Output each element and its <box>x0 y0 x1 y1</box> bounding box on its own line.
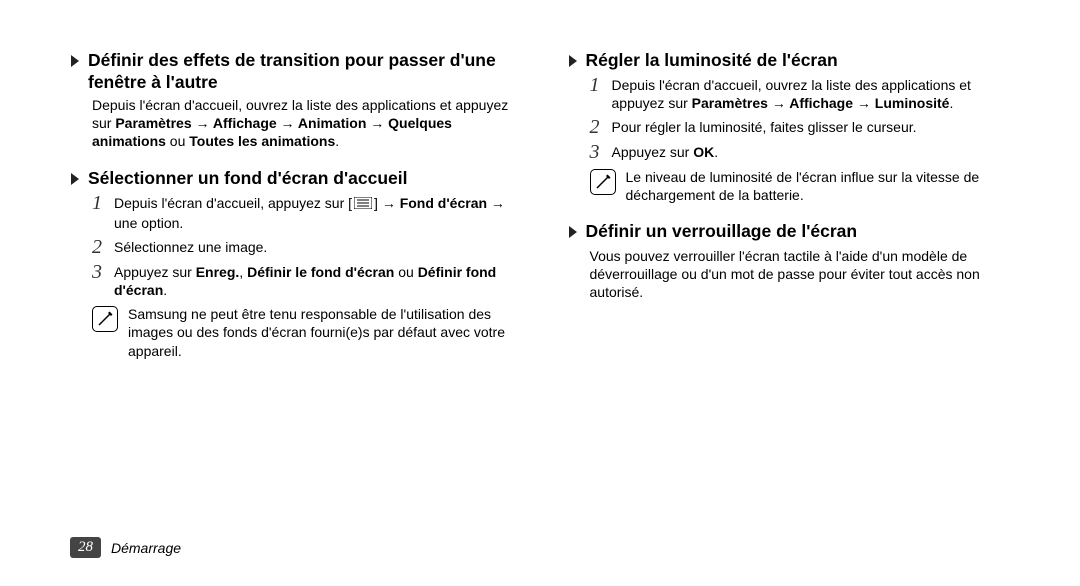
section-transition-effects: Définir des effets de transition pour pa… <box>70 50 528 150</box>
section-wallpaper: Sélectionner un fond d'écran d'accueil 1… <box>70 168 528 359</box>
text: Enreg. <box>196 264 240 280</box>
text: ou <box>166 133 189 149</box>
brightness-note: Le niveau de luminosité de l'écran influ… <box>590 168 1026 204</box>
path-text: → Fond d'écran <box>382 195 487 211</box>
step-3: 3 Appuyez sur Enreg., Définir le fond d'… <box>92 263 528 299</box>
heading-wallpaper: Sélectionner un fond d'écran d'accueil <box>70 168 528 192</box>
note-icon <box>92 306 118 332</box>
path-text: Paramètres → Affichage → Luminosité <box>692 95 950 111</box>
wallpaper-note: Samsung ne peut être tenu responsable de… <box>92 305 528 360</box>
transition-intro: Depuis l'écran d'accueil, ouvrez la list… <box>92 96 528 151</box>
step-1: 1 Depuis l'écran d'accueil, appuyez sur … <box>92 194 528 232</box>
heading-brightness-text: Régler la luminosité de l'écran <box>586 50 838 72</box>
step-number: 2 <box>590 117 612 137</box>
menu-key-icon <box>354 195 372 213</box>
step-2: 2 Sélectionnez une image. <box>92 238 528 257</box>
text: ] <box>374 195 382 211</box>
text: . <box>949 95 953 111</box>
step-3: 3 Appuyez sur OK. <box>590 143 1026 162</box>
heading-transition-text: Définir des effets de transition pour pa… <box>88 50 528 94</box>
chevron-icon <box>70 170 82 192</box>
chevron-icon <box>568 223 580 245</box>
heading-lock: Définir un verrouillage de l'écran <box>568 221 1026 245</box>
page-number-badge: 28 <box>70 537 101 558</box>
text: Appuyez sur <box>612 144 694 160</box>
step-number: 3 <box>590 142 612 162</box>
heading-lock-text: Définir un verrouillage de l'écran <box>586 221 858 243</box>
section-lock: Définir un verrouillage de l'écran Vous … <box>568 221 1026 301</box>
text: Définir le fond d'écran <box>247 264 394 280</box>
lock-para: Vous pouvez verrouiller l'écran tactile … <box>590 247 1026 302</box>
step-body: Pour régler la luminosité, faites glisse… <box>612 118 1026 136</box>
text: . <box>335 133 339 149</box>
path-text: Toutes les animations <box>189 133 335 149</box>
note-icon <box>590 169 616 195</box>
heading-transition: Définir des effets de transition pour pa… <box>70 50 528 94</box>
page-columns: Définir des effets de transition pour pa… <box>70 50 1025 378</box>
text: Depuis l'écran d'accueil, appuyez sur [ <box>114 195 352 211</box>
step-2: 2 Pour régler la luminosité, faites glis… <box>590 118 1026 137</box>
text: ou <box>394 264 417 280</box>
chevron-icon <box>568 52 580 74</box>
chevron-icon <box>70 52 82 74</box>
step-number: 1 <box>92 193 114 213</box>
footer-section-label: Démarrage <box>111 540 181 556</box>
step-body: Appuyez sur Enreg., Définir le fond d'éc… <box>114 263 528 299</box>
text: , <box>239 264 247 280</box>
section-brightness: Régler la luminosité de l'écran 1 Depuis… <box>568 50 1026 205</box>
brightness-steps: 1 Depuis l'écran d'accueil, ouvrez la li… <box>590 76 1026 162</box>
heading-brightness: Régler la luminosité de l'écran <box>568 50 1026 74</box>
text: OK <box>693 144 714 160</box>
step-number: 2 <box>92 237 114 257</box>
step-number: 1 <box>590 75 612 95</box>
step-body: Sélectionnez une image. <box>114 238 528 256</box>
note-text: Le niveau de luminosité de l'écran influ… <box>626 168 1026 204</box>
step-body: Depuis l'écran d'accueil, appuyez sur []… <box>114 194 528 232</box>
heading-wallpaper-text: Sélectionner un fond d'écran d'accueil <box>88 168 408 190</box>
step-number: 3 <box>92 262 114 282</box>
step-body: Appuyez sur OK. <box>612 143 1026 161</box>
left-column: Définir des effets de transition pour pa… <box>70 50 528 378</box>
page-footer: 28 Démarrage <box>70 537 181 558</box>
text: Appuyez sur <box>114 264 196 280</box>
wallpaper-steps: 1 Depuis l'écran d'accueil, appuyez sur … <box>92 194 528 299</box>
step-body: Depuis l'écran d'accueil, ouvrez la list… <box>612 76 1026 112</box>
text: . <box>714 144 718 160</box>
step-1: 1 Depuis l'écran d'accueil, ouvrez la li… <box>590 76 1026 112</box>
note-text: Samsung ne peut être tenu responsable de… <box>128 305 528 360</box>
text: . <box>163 282 167 298</box>
right-column: Régler la luminosité de l'écran 1 Depuis… <box>568 50 1026 378</box>
